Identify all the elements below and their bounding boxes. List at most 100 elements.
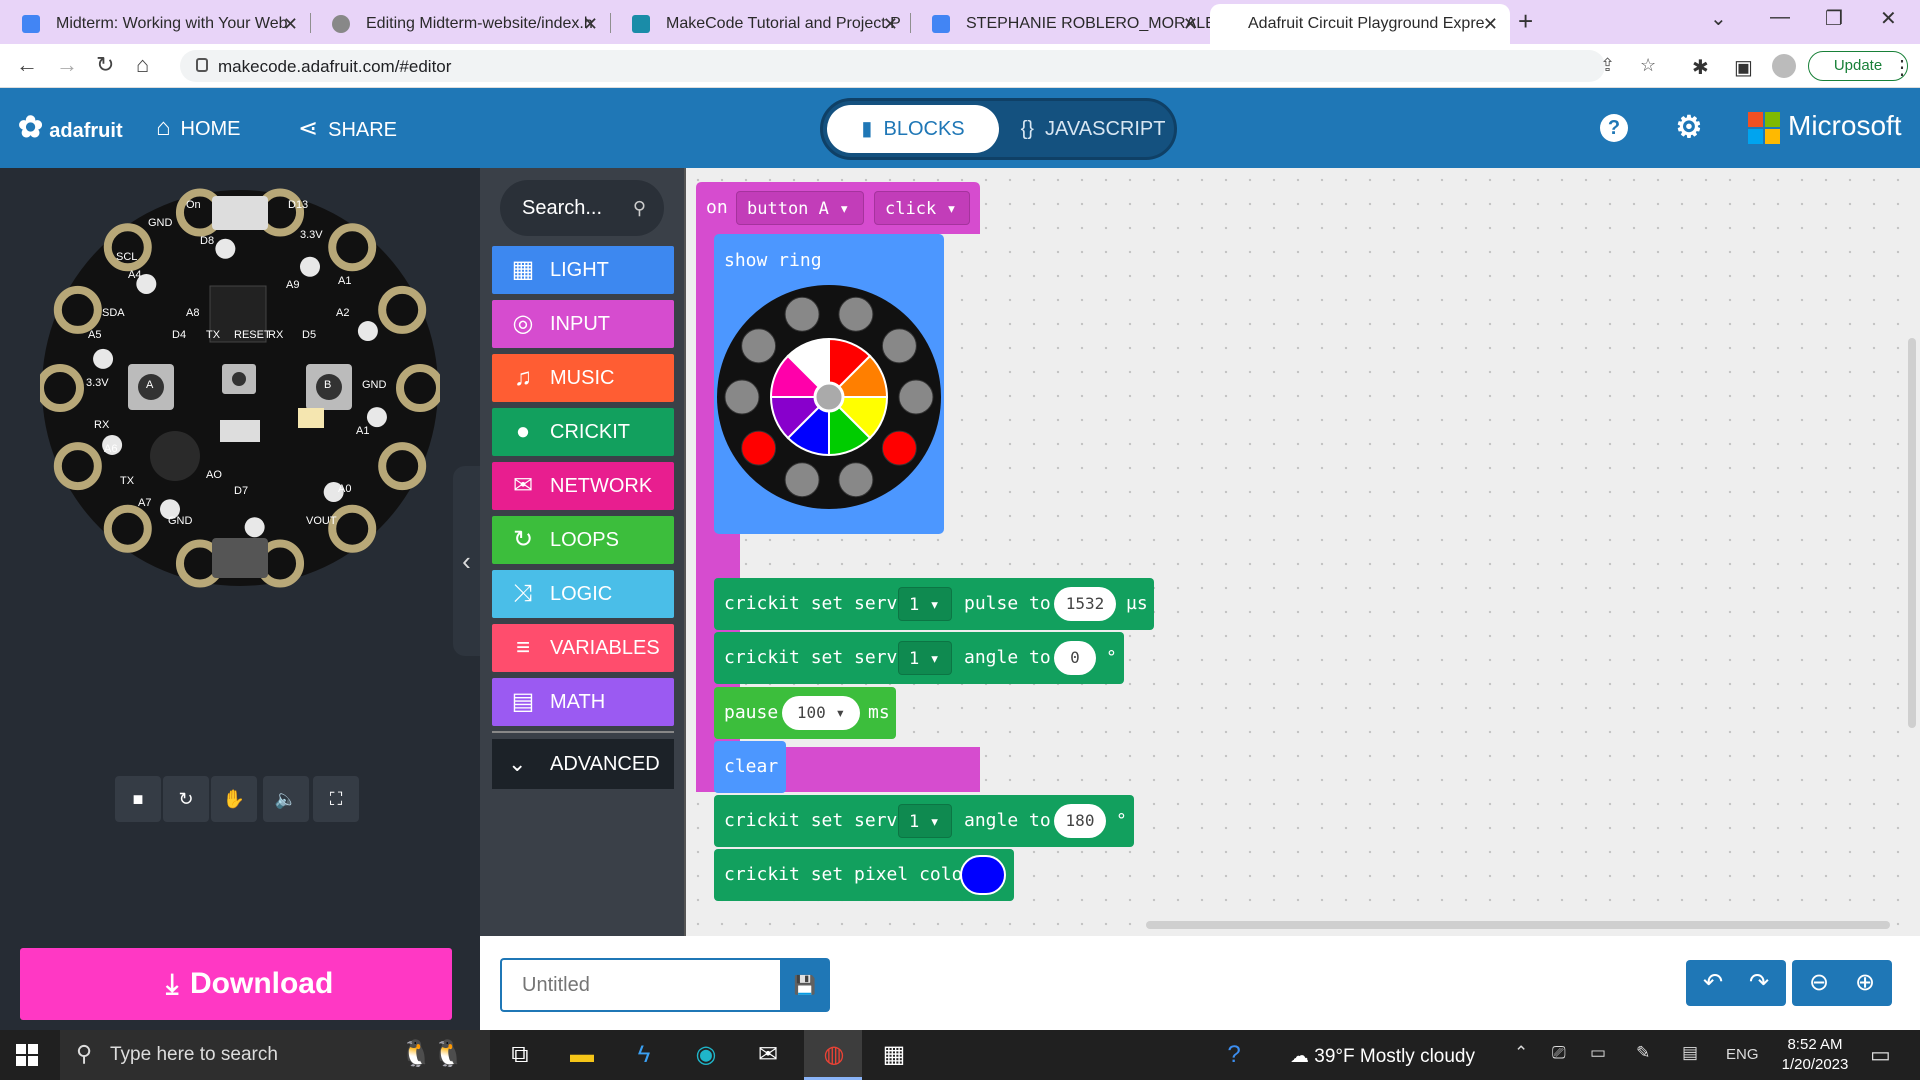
chrome-icon[interactable]: ◍ — [816, 1038, 852, 1072]
slow-mo-icon[interactable]: ✋ — [211, 776, 257, 822]
forward-icon[interactable]: → — [56, 52, 78, 78]
redo-icon[interactable]: ↷ — [1736, 960, 1782, 1006]
browser-tab-active[interactable]: Adafruit Circuit Playground Expre ✕ — [1210, 4, 1510, 44]
clear-block[interactable]: clear — [714, 741, 786, 793]
tab-search-icon[interactable]: ⌄ — [1710, 6, 1727, 31]
home-button[interactable]: ⌂ HOME — [156, 114, 241, 142]
toolbox-search[interactable]: Search... ⚲ — [500, 180, 664, 236]
browser-tab[interactable]: Editing Midterm-website/index.h ✕ — [310, 4, 610, 44]
javascript-tab[interactable]: {} JAVASCRIPT — [1013, 105, 1173, 153]
close-tab-icon[interactable]: ✕ — [883, 4, 898, 44]
mute-icon[interactable]: 🔈 — [263, 776, 309, 822]
category-variables[interactable]: ≡ VARIABLES — [492, 624, 674, 672]
clock[interactable]: 8:52 AM 1/20/2023 — [1770, 1035, 1860, 1075]
servo-pulse-block[interactable]: crickit set servo 1 ▾ pulse to 1532 µs — [714, 578, 1154, 630]
edge-icon[interactable]: ◉ — [688, 1038, 724, 1072]
bookmark-star-icon[interactable]: ☆ — [1640, 55, 1656, 76]
ring-led[interactable] — [898, 379, 934, 415]
servo-angle-servo-dropdown[interactable]: 1 ▾ — [898, 641, 952, 675]
project-name-input[interactable] — [500, 958, 780, 1012]
category-music[interactable]: ♫ MUSIC — [492, 354, 674, 402]
restore-icon[interactable]: ❐ — [1825, 6, 1843, 31]
help-icon[interactable]: ? — [1600, 114, 1628, 142]
pixel-color-block[interactable]: crickit set pixel color — [714, 849, 1014, 901]
home-icon[interactable]: ⌂ — [136, 52, 149, 78]
vertical-scrollbar[interactable] — [1908, 338, 1916, 728]
zoom-in-icon[interactable]: ⊕ — [1842, 960, 1888, 1006]
advanced-category[interactable]: ⌄ ADVANCED — [492, 739, 674, 789]
category-crickit[interactable]: ● CRICKIT — [492, 408, 674, 456]
chevron-up-icon[interactable]: ⌃ — [1514, 1043, 1528, 1063]
servo-angle-block-2[interactable]: crickit set servo 1 ▾ angle to 180 ° — [714, 795, 1134, 847]
category-light[interactable]: ▦ LIGHT — [492, 246, 674, 294]
network-icon[interactable]: ▤ — [1682, 1043, 1698, 1063]
extensions-icon[interactable]: ✱ — [1692, 55, 1709, 80]
ring-led[interactable] — [724, 379, 760, 415]
menu-icon[interactable]: ⋮ — [1892, 55, 1912, 80]
ring-led[interactable] — [881, 328, 917, 364]
ring-led[interactable] — [881, 430, 917, 466]
save-icon[interactable]: 💾 — [780, 958, 830, 1012]
ring-led[interactable] — [784, 462, 820, 498]
reload-icon[interactable]: ↻ — [96, 52, 114, 78]
category-network[interactable]: ✉ NETWORK — [492, 462, 674, 510]
button-dropdown[interactable]: button A ▾ — [736, 191, 864, 225]
servo-angle-block[interactable]: crickit set servo 1 ▾ angle to 0 ° — [714, 632, 1124, 684]
back-icon[interactable]: ← — [16, 52, 38, 78]
show-ring-block[interactable]: show ring — [714, 234, 944, 534]
ring-led[interactable] — [838, 296, 874, 332]
download-button[interactable]: ⤓ Download — [20, 948, 452, 1020]
close-tab-icon[interactable]: ✕ — [283, 4, 298, 44]
file-explorer-icon[interactable]: ▬ — [564, 1038, 600, 1072]
servo-angle2-servo-dropdown[interactable]: 1 ▾ — [898, 804, 952, 838]
category-loops[interactable]: ↻ LOOPS — [492, 516, 674, 564]
color-picker-swatch[interactable] — [960, 855, 1006, 895]
task-view-icon[interactable]: ⧉ — [502, 1038, 538, 1072]
visual-studio-icon[interactable]: ϟ — [626, 1038, 662, 1072]
category-logic[interactable]: ⤨ LOGIC — [492, 570, 674, 618]
close-window-icon[interactable]: ✕ — [1880, 6, 1897, 31]
close-tab-icon[interactable]: ✕ — [583, 4, 598, 44]
servo-angle2-value[interactable]: 180 — [1054, 804, 1106, 838]
horizontal-scrollbar[interactable] — [1146, 921, 1890, 929]
ring-led[interactable] — [741, 430, 777, 466]
undo-icon[interactable]: ↶ — [1690, 960, 1736, 1006]
url-field[interactable]: makecode.adafruit.com/#editor ⇪ ☆ — [180, 50, 1656, 82]
help-tips-icon[interactable]: ? — [1216, 1038, 1252, 1072]
servo-pulse-servo-dropdown[interactable]: 1 ▾ — [898, 587, 952, 621]
new-tab-button[interactable]: + — [1518, 6, 1533, 37]
close-tab-icon[interactable]: ✕ — [1183, 4, 1198, 44]
servo-angle-value[interactable]: 0 — [1054, 641, 1096, 675]
circuit-playground-board[interactable]: On D13 GND D8 3.3V SCL A4 A1 A9 A8 SDAA5 A2 D4 TX RESE… — [40, 188, 440, 588]
store-icon[interactable]: ▦ — [876, 1038, 912, 1072]
weather-widget[interactable]: ☁ 39°F Mostly cloudy — [1290, 1045, 1475, 1068]
battery-icon[interactable]: ▭ — [1590, 1043, 1606, 1063]
notification-icon[interactable]: ▭ — [1870, 1042, 1891, 1068]
taskbar-search[interactable]: ⚲ Type here to search 🐧🐧 — [60, 1030, 490, 1080]
stop-icon[interactable]: ■ — [115, 776, 161, 822]
blocks-tab[interactable]: ▮ BLOCKS — [827, 105, 999, 153]
browser-tab[interactable]: STEPHANIE ROBLERO_MORALES ✕ — [910, 4, 1210, 44]
restart-icon[interactable]: ↻ — [163, 776, 209, 822]
settings-gear-icon[interactable]: ⚙ — [1675, 113, 1703, 143]
adafruit-logo[interactable]: ✿ adafruit — [18, 110, 123, 145]
pause-block[interactable]: pause 100 ▾ ms — [714, 687, 896, 739]
mail-icon[interactable]: ✉ — [750, 1038, 786, 1072]
category-math[interactable]: ▤ MATH — [492, 678, 674, 726]
windows-start-icon[interactable] — [16, 1044, 38, 1066]
minimize-icon[interactable]: — — [1770, 6, 1790, 29]
pause-value-dropdown[interactable]: 100 ▾ — [782, 696, 860, 730]
ring-led[interactable] — [838, 462, 874, 498]
camera-icon[interactable]: ⎚ — [1552, 1043, 1566, 1063]
share-page-icon[interactable]: ⇪ — [1600, 55, 1615, 76]
share-button[interactable]: ⋖ SHARE — [298, 114, 397, 143]
ring-led[interactable] — [741, 328, 777, 364]
ring-led[interactable] — [784, 296, 820, 332]
browser-tab[interactable]: MakeCode Tutorial and Project P ✕ — [610, 4, 910, 44]
pen-icon[interactable]: ✎ — [1636, 1043, 1650, 1063]
action-dropdown[interactable]: click ▾ — [874, 191, 970, 225]
browser-tab[interactable]: Midterm: Working with Your Web ✕ — [0, 4, 310, 44]
microsoft-brand[interactable]: Microsoft — [1788, 110, 1902, 142]
collapse-simulator-button[interactable]: ‹ — [453, 466, 480, 656]
servo-pulse-value[interactable]: 1532 — [1054, 587, 1116, 621]
